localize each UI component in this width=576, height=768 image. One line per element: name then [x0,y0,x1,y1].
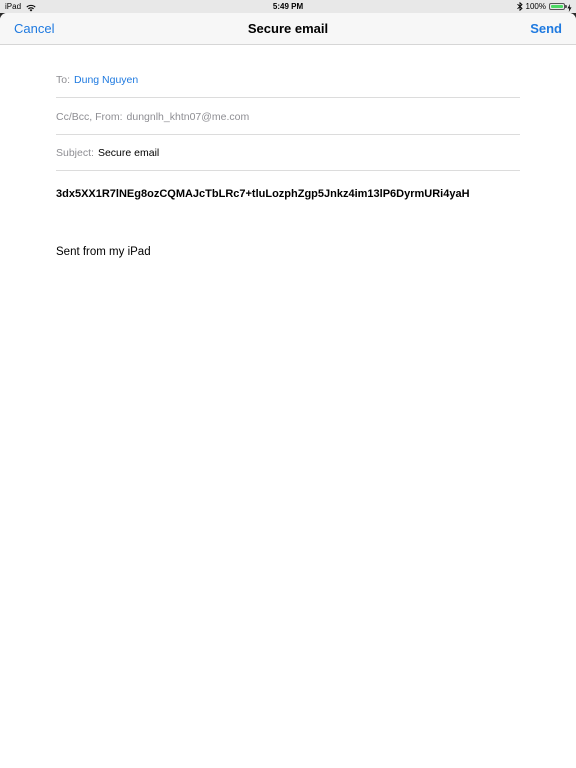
battery-icon [549,3,567,10]
battery-percent: 100% [525,2,546,11]
to-label: To: [56,73,71,86]
subject-field[interactable]: Subject: Secure email [56,135,520,171]
cc-bcc-from-label: Cc/Bcc, From: [56,110,123,123]
status-time: 5:49 PM [272,2,304,11]
send-button[interactable]: Send [530,13,562,44]
message-body-token[interactable]: 3dx5XX1R7lNEg8ozCQMAJcTbLRc7+tluLozphZgp… [56,188,470,200]
recipient-token[interactable]: Dung Nguyen [74,74,138,86]
compose-sheet: Cancel Secure email Send To: Dung Nguyen… [0,13,576,768]
subject-value[interactable]: Secure email [98,147,159,159]
battery-fill [551,5,563,8]
battery-cap [565,5,567,8]
status-right: 100% [516,0,572,13]
bluetooth-icon [516,1,523,12]
from-address[interactable]: dungnlh_khtn07@me.com [127,111,250,123]
compose-title: Secure email [247,21,329,36]
compose-nav-bar: Cancel Secure email Send [0,13,576,45]
subject-label: Subject: [56,146,94,159]
screen: iPad 5:49 PM 100% Cancel Secure email Se… [0,0,576,768]
charging-icon [567,3,572,12]
message-signature[interactable]: Sent from my iPad [56,246,151,258]
cc-bcc-from-field[interactable]: Cc/Bcc, From: dungnlh_khtn07@me.com [56,99,520,135]
to-field[interactable]: To: Dung Nguyen [56,62,520,98]
status-bar: iPad 5:49 PM 100% [0,0,576,13]
